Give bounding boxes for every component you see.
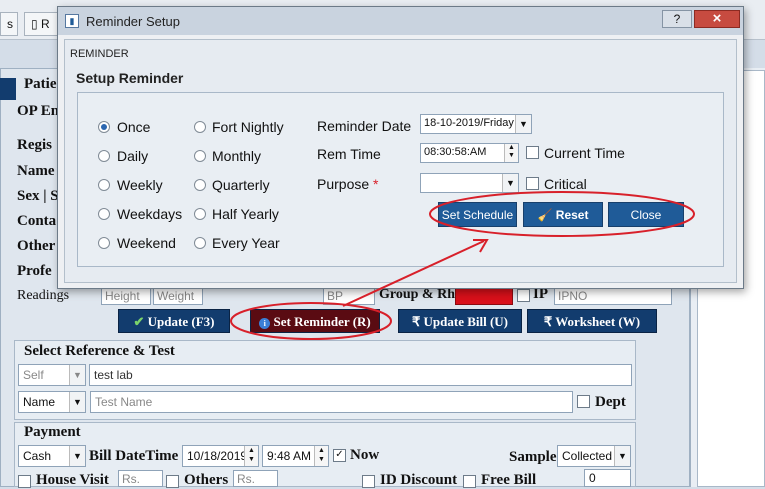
annotation-overlay <box>230 191 695 340</box>
highlight-ellipse-dialog-buttons <box>429 191 695 237</box>
annotation-arrow-line <box>342 240 485 307</box>
highlight-ellipse-set-reminder <box>230 302 392 340</box>
